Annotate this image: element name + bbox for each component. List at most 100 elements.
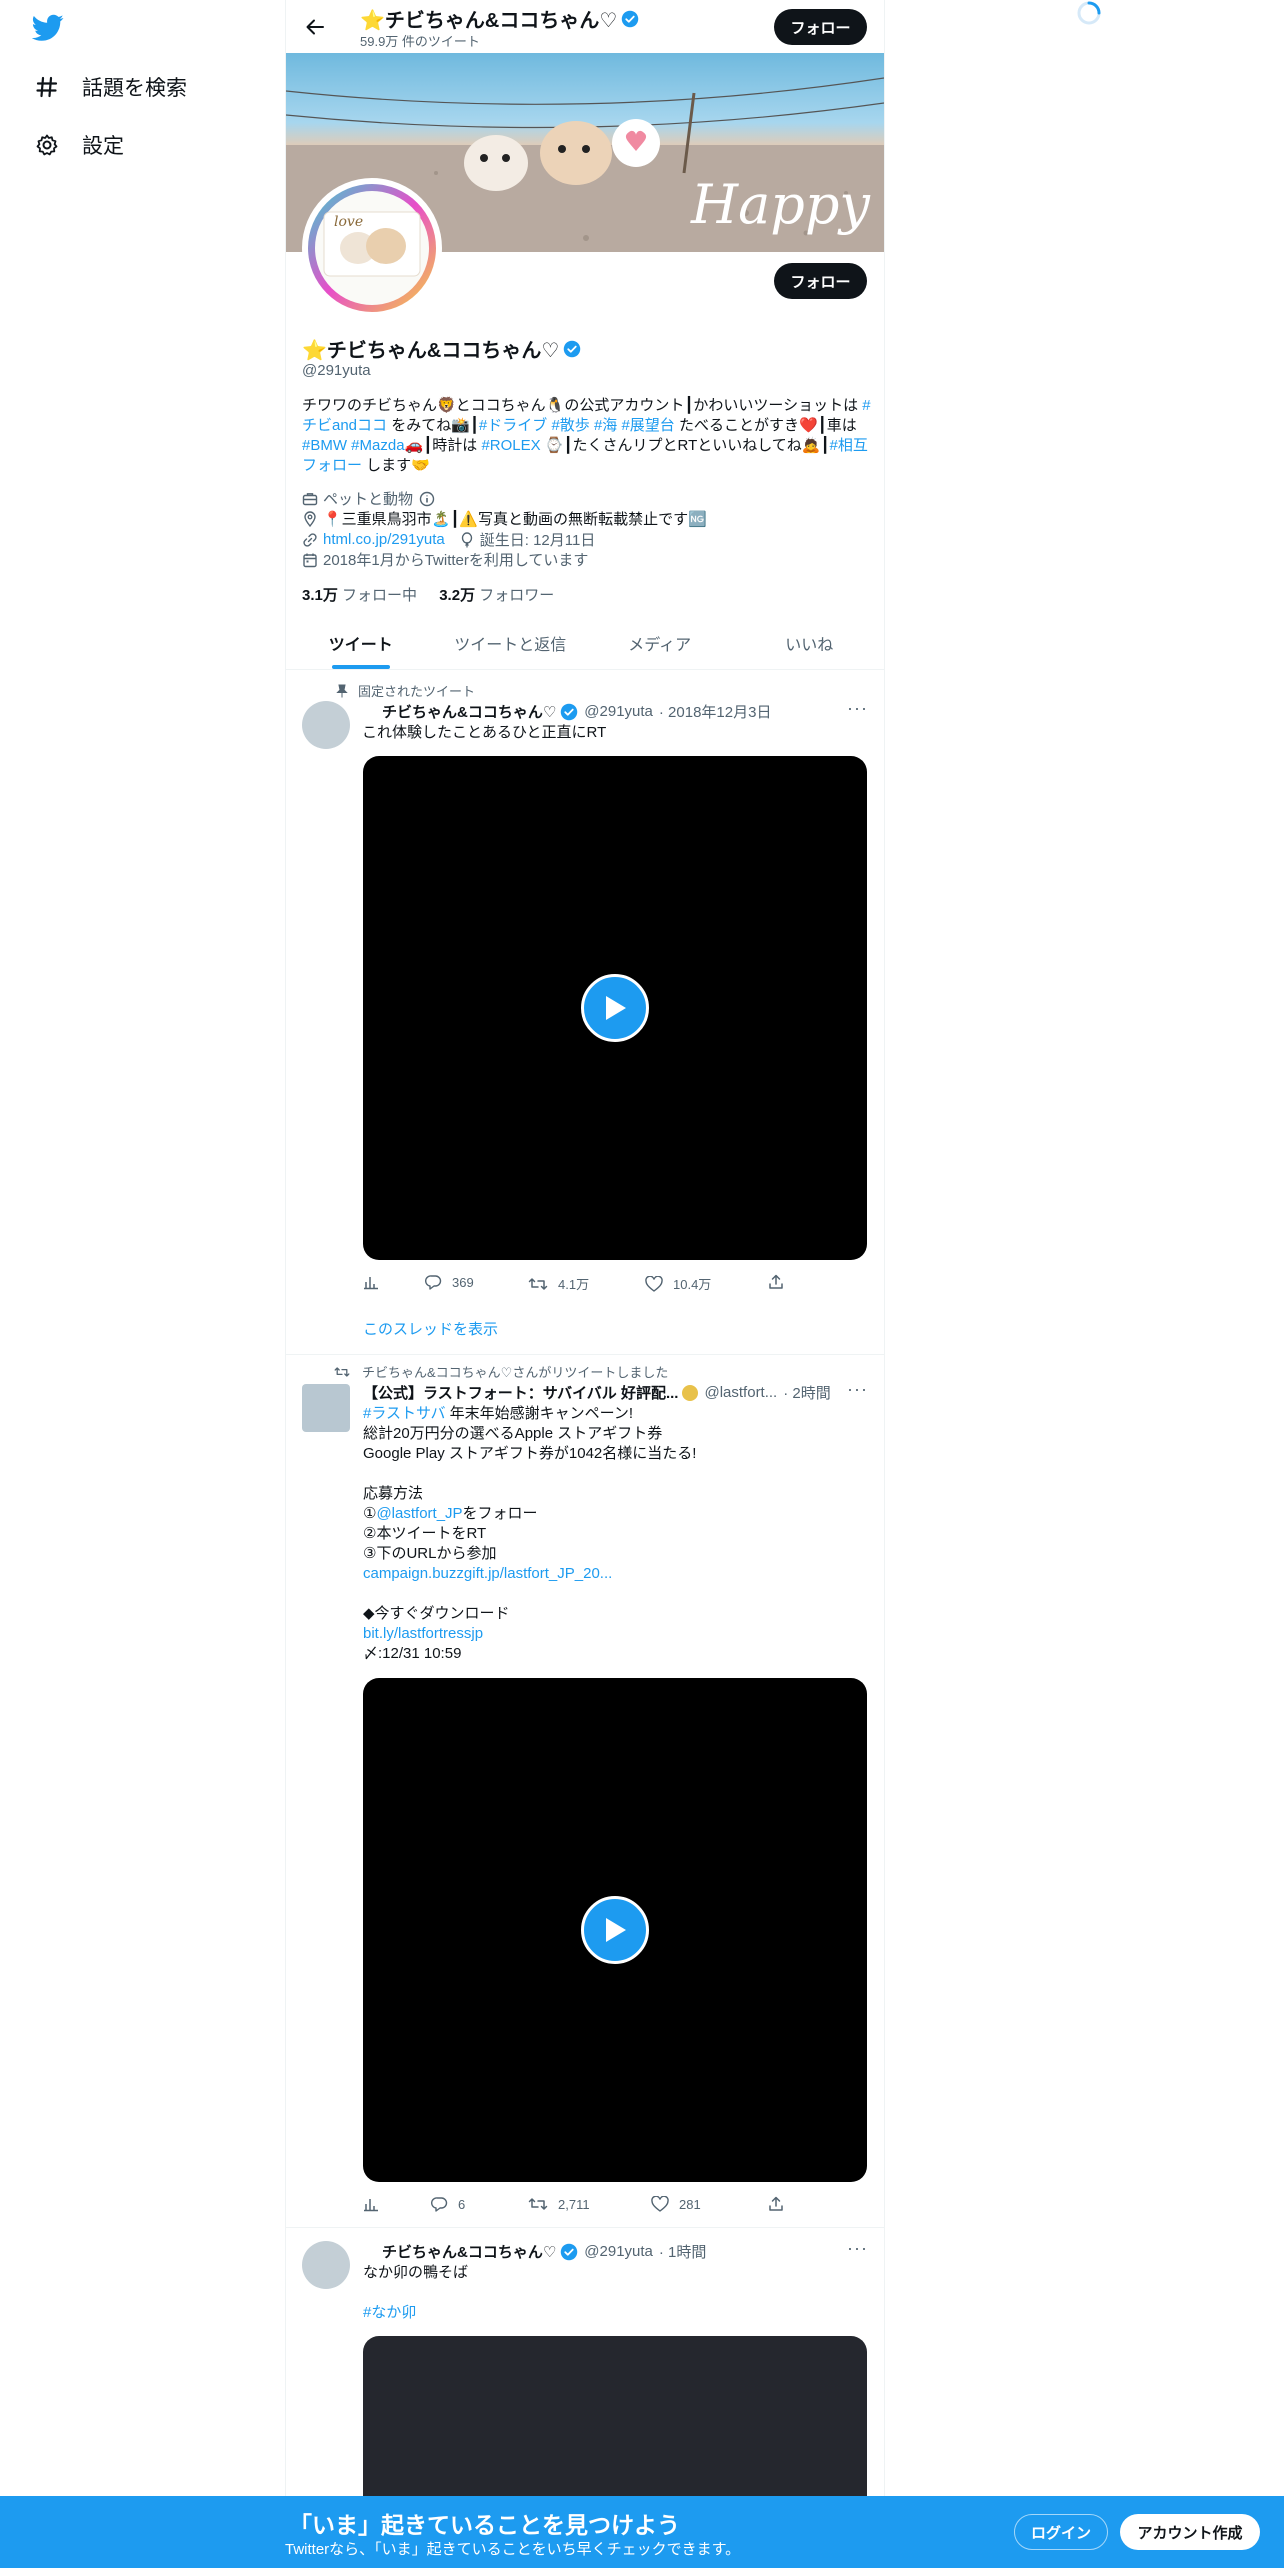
hashtag-link[interactable]: #Mazda [351,437,404,454]
left-nav: 話題を検索 設定 [0,0,285,2568]
analytics-button[interactable] [363,1274,389,1290]
tweet-actions: 6 2,711 281 [363,2196,793,2218]
loading-spinner-icon [1076,0,1102,26]
mention-link[interactable]: @lastfort_JP [376,1505,462,1522]
twitter-logo-icon[interactable] [31,14,64,42]
play-button-icon[interactable] [581,1896,649,1964]
reply-icon [425,1275,442,1290]
location-pin-icon [302,510,318,527]
hashtag-link[interactable]: #展望台 [621,417,674,434]
verified-badge-icon [561,2243,578,2260]
tweet-pinned[interactable]: 固定されたツイート チビちゃん&ココちゃん♡ @291yuta · 2018年1… [286,671,884,1355]
tweet-header: チビちゃん&ココちゃん♡ @291yuta · 2018年12月3日 [362,701,771,722]
tweet-author-handle[interactable]: @291yuta [584,2243,653,2260]
tab-media[interactable]: メディア [585,616,735,669]
tweet-text: これ体験したことあるひと正直にRT [362,724,607,741]
profile-column: ⭐チビちゃん&ココちゃん♡ 59.9万 件のツイート フォロー Happy lo… [285,0,885,2536]
pinned-context: 固定されたツイート [336,681,475,700]
hashtag-icon [34,74,60,100]
tweet-author-name[interactable]: 【公式】ラストフォート：サバイバル 好評配... [363,1382,678,1403]
tweet-video[interactable] [363,1678,867,2182]
nav-settings[interactable]: 設定 [34,130,124,160]
profile-joined: 2018年1月からTwitterを利用しています [302,549,588,570]
campaign-link[interactable]: campaign.buzzgift.jp/lastfort_JP_20... [363,1564,873,1584]
share-button[interactable] [768,2196,794,2212]
header-follow-button[interactable]: フォロー [774,9,867,45]
profile-follow-button[interactable]: フォロー [774,263,867,299]
tweet-author-name[interactable]: チビちゃん&ココちゃん♡ [382,2241,556,2262]
followers-link[interactable]: 3.2万 フォロワー [439,587,554,604]
play-button-icon[interactable] [581,974,649,1042]
hashtag-link[interactable]: #ラストサバ [363,1405,445,1422]
hashtag-link[interactable]: #ROLEX [481,437,540,454]
arrow-left-icon [306,19,324,35]
briefcase-icon [302,491,318,507]
verified-badge-icon [561,703,578,720]
like-button[interactable]: 281 [651,2196,701,2212]
tweet-avatar[interactable] [302,701,350,749]
tab-tweets[interactable]: ツイート [286,616,436,669]
retweet-icon [334,1366,350,1377]
tweet-avatar[interactable] [302,2241,350,2289]
tweet-author-handle[interactable]: @291yuta [584,703,653,720]
tweet-latest[interactable]: チビちゃん&ココちゃん♡ @291yuta · 1時間 ··· なか卯の鴨そば … [286,2229,884,2536]
reply-button[interactable]: 6 [431,2196,465,2212]
tweet-retweeted[interactable]: チビちゃん&ココちゃん♡さんがリツイートしました 【公式】ラストフォート：サバイ… [286,1356,884,2228]
verified-badge-icon [564,340,581,357]
hashtag-link[interactable]: #なか卯 [363,2303,873,2323]
header-tweet-count: 59.9万 件のツイート [360,34,480,49]
profile-category: ペットと動物 [302,488,440,509]
retweet-icon [528,1277,548,1290]
profile-name: ⭐チビちゃん&ココちゃん♡ [302,334,581,363]
svg-text:love: love [334,214,363,230]
login-button[interactable]: ログイン [1014,2514,1108,2550]
tweet-timestamp[interactable]: · 1時間 [659,2241,707,2262]
hashtag-link[interactable]: #海 [594,417,617,434]
nav-explore[interactable]: 話題を検索 [34,72,187,102]
download-link[interactable]: bit.ly/lastfortressjp [363,1624,873,1644]
link-icon [302,532,318,548]
affiliate-badge-icon [682,1384,699,1401]
profile-location: 📍三重県鳥羽市🏝️┃⚠️写真と動画の無断転載禁止です🆖 [302,508,707,529]
hashtag-link[interactable]: #BMW [302,437,347,454]
more-icon[interactable]: ··· [847,2238,868,2259]
profile-website-link[interactable]: html.co.jp/291yuta [323,531,445,548]
like-button[interactable]: 10.4万 [645,1274,711,1293]
retweet-context: チビちゃん&ココちゃん♡さんがリツイートしました [334,1362,668,1381]
profile-avatar[interactable]: love [302,178,442,318]
retweet-button[interactable]: 2,711 [528,2196,590,2212]
tweet-author-handle[interactable]: @lastfort... [704,1384,777,1401]
signup-banner-title: 「いま」起きていることを見つけよう [289,2512,680,2538]
tweet-timestamp[interactable]: · 2時間 [783,1382,831,1403]
signup-banner: 「いま」起きていることを見つけよう Twitterなら、「いま」起きていることを… [0,2496,1284,2568]
tab-likes[interactable]: いいね [735,616,885,669]
tweet-author-name[interactable]: チビちゃん&ココちゃん♡ [382,701,556,722]
more-icon[interactable]: ··· [847,698,868,719]
profile-website-birthday: html.co.jp/291yuta 誕生日: 12月11日 [302,529,595,550]
profile-header-bar: ⭐チビちゃん&ココちゃん♡ 59.9万 件のツイート フォロー [286,0,884,53]
create-account-button[interactable]: アカウント作成 [1120,2514,1260,2550]
analytics-button[interactable] [363,2196,389,2212]
following-link[interactable]: 3.1万 フォロー中 [302,587,417,604]
signup-banner-subtitle: Twitterなら、「いま」起きていることをいち早くチェックできます。 [285,2541,741,2558]
tweet-avatar[interactable] [302,1384,350,1432]
retweet-button[interactable]: 4.1万 [528,1274,589,1293]
retweet-icon [528,2198,548,2210]
tweet-header: 【公式】ラストフォート：サバイバル 好評配... @lastfort... · … [363,1382,831,1403]
balloon-icon [459,531,475,548]
share-button[interactable] [768,1274,794,1290]
reply-button[interactable]: 369 [425,1274,474,1290]
tweet-timestamp[interactable]: · 2018年12月3日 [659,701,772,722]
tab-tweets-replies[interactable]: ツイートと返信 [436,616,586,669]
nav-explore-label: 話題を検索 [82,77,187,100]
show-thread-link[interactable]: このスレッドを表示 [363,1318,498,1339]
analytics-icon [364,2199,378,2212]
hashtag-link[interactable]: #ドライブ [479,417,547,434]
gear-icon [34,132,60,158]
back-button[interactable] [300,12,330,42]
info-icon[interactable] [419,491,435,507]
heart-icon [651,2196,669,2212]
hashtag-link[interactable]: #散歩 [551,417,589,434]
more-icon[interactable]: ··· [847,1379,868,1400]
tweet-video[interactable] [363,756,867,1260]
